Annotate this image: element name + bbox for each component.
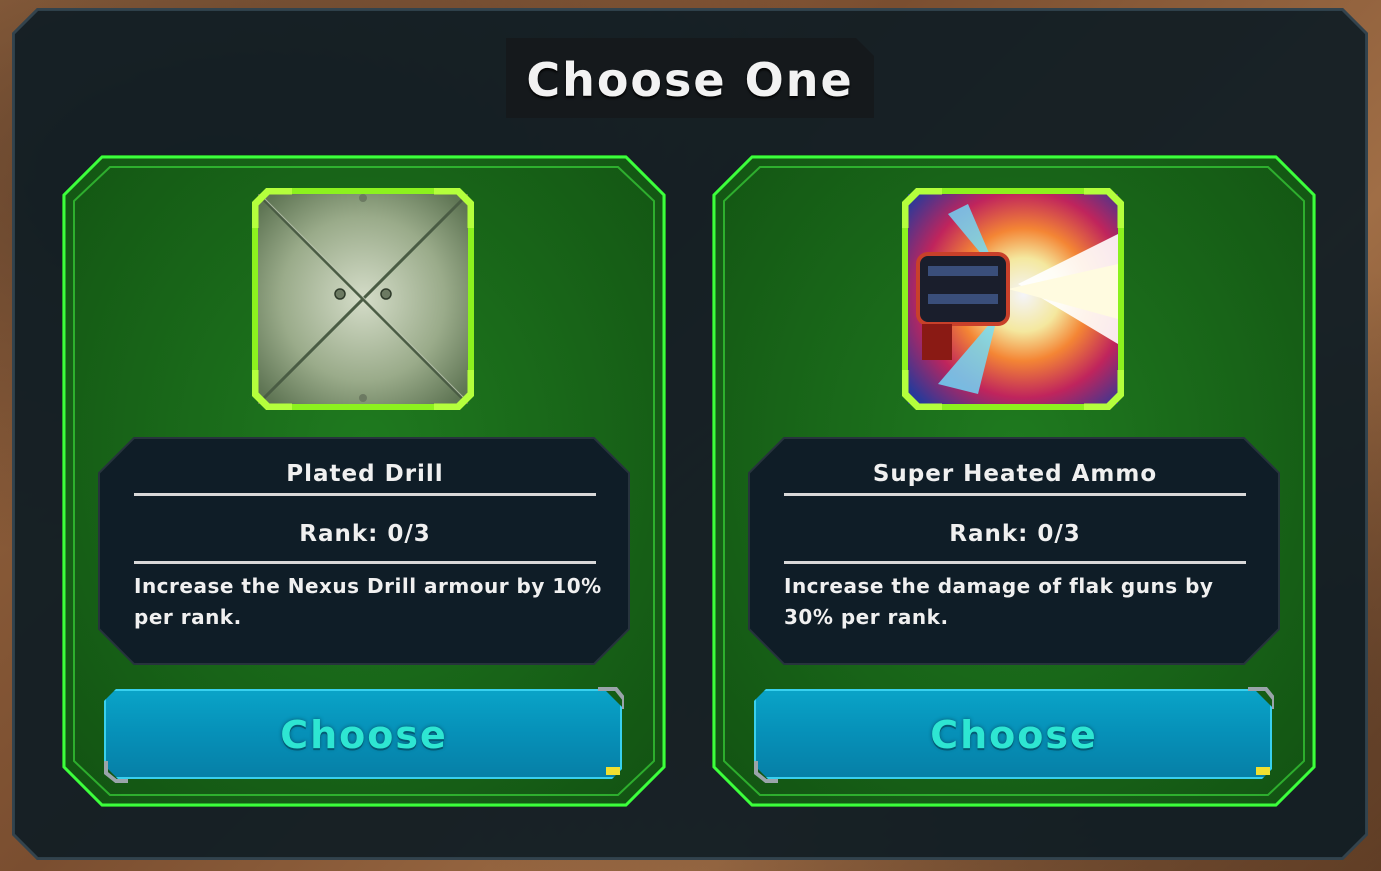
divider <box>134 561 596 564</box>
option-card-super-heated-ammo: Super Heated Ammo Rank: 0/3 Increase the… <box>712 155 1316 807</box>
skill-icon-frame <box>902 188 1124 410</box>
choose-button[interactable]: Choose <box>754 687 1274 783</box>
skill-description: Increase the damage of flak guns by 30% … <box>784 574 1214 629</box>
choose-button-label: Choose <box>930 713 1098 757</box>
skill-rank: Rank: 0/3 <box>949 521 1081 547</box>
dialog-title: Choose One <box>526 53 854 107</box>
choose-button-label: Choose <box>280 713 448 757</box>
choose-button[interactable]: Choose <box>104 687 624 783</box>
divider <box>134 493 596 496</box>
skill-rank: Rank: 0/3 <box>299 521 431 547</box>
skill-name: Super Heated Ammo <box>872 461 1158 487</box>
skill-icon-frame <box>252 188 474 410</box>
skill-description: Increase the Nexus Drill armour by 10% p… <box>134 574 602 629</box>
skill-info-panel: Plated Drill Rank: 0/3 Increase the Nexu… <box>98 437 630 665</box>
option-card-plated-drill: Plated Drill Rank: 0/3 Increase the Nexu… <box>62 155 666 807</box>
skill-name: Plated Drill <box>286 461 444 487</box>
divider <box>784 561 1246 564</box>
divider <box>784 493 1246 496</box>
skill-info-panel: Super Heated Ammo Rank: 0/3 Increase the… <box>748 437 1280 665</box>
